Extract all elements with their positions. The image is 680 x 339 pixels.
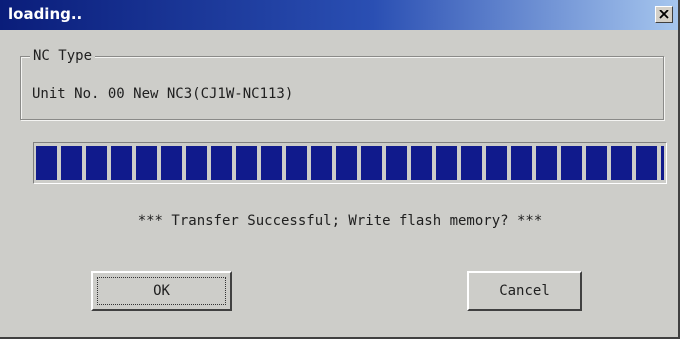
unit-info-text: Unit No. 00 New NC3(CJ1W-NC113) <box>32 86 294 102</box>
cancel-button-label: Cancel <box>499 283 550 299</box>
cancel-button[interactable]: Cancel <box>467 271 582 311</box>
window-title: loading.. <box>8 5 83 23</box>
nc-type-legend: NC Type <box>30 47 96 65</box>
loading-dialog: loading.. NC Type Unit No. 00 New NC3(CJ… <box>0 0 680 339</box>
progress-fill <box>36 146 664 180</box>
focus-rect <box>97 277 226 305</box>
close-icon <box>659 10 669 19</box>
close-button[interactable] <box>655 6 673 23</box>
progress-bar <box>33 142 667 184</box>
ok-button[interactable]: OK <box>91 271 232 311</box>
status-message: *** Transfer Successful; Write flash mem… <box>137 213 543 229</box>
title-bar[interactable]: loading.. <box>0 0 678 30</box>
